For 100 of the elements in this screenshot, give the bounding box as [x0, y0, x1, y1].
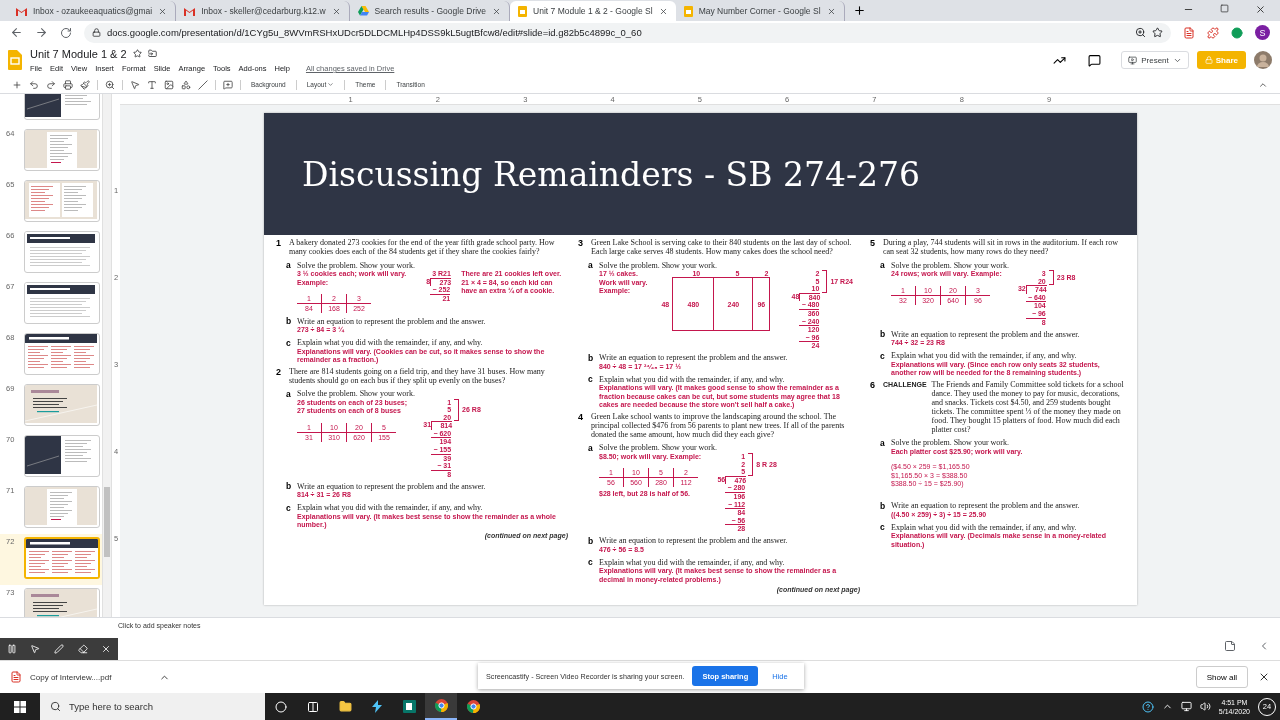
lock-icon: [1204, 56, 1213, 65]
text-box-icon[interactable]: [147, 79, 157, 90]
download-file-name[interactable]: Copy of Interview....pdf: [30, 672, 112, 682]
part-letter: b: [286, 481, 292, 492]
extension-icon[interactable]: [1207, 26, 1219, 39]
shape-icon[interactable]: [181, 79, 191, 90]
browser-tab[interactable]: May Number Corner - Google Sl: [675, 1, 845, 22]
help-icon[interactable]: [1141, 700, 1154, 713]
close-icon[interactable]: [101, 644, 112, 655]
slide-thumbnail[interactable]: [24, 180, 100, 222]
search-icon: [50, 701, 61, 712]
volume-icon[interactable]: [1199, 701, 1211, 712]
part-letter: a: [286, 388, 292, 399]
extension-icon[interactable]: [1231, 26, 1243, 39]
part-prompt: Explain what you did with the remainder, if any, and why.: [891, 522, 1077, 532]
problem-text: Green Lake school wants to improve the landscaping around the school. The principal collected $476 from 56 parents to plant new trees. If all of the parents donated the same amount, how much did they each give?: [591, 411, 846, 439]
slide-thumbnail[interactable]: [24, 435, 100, 477]
part-prompt: Write an equation to represent the problem and the answer.: [891, 501, 1080, 511]
part-letter: a: [588, 442, 594, 453]
folder-icon[interactable]: [147, 49, 157, 59]
maximize-icon[interactable]: [1220, 4, 1229, 14]
forward-icon[interactable]: [35, 26, 48, 40]
slide-thumbnail[interactable]: [24, 333, 100, 375]
undo-icon[interactable]: [29, 79, 39, 90]
pause-icon[interactable]: [6, 644, 17, 655]
slide-thumbnail[interactable]: [24, 537, 100, 579]
chrome-icon[interactable]: [434, 699, 448, 712]
profile-avatar[interactable]: S: [1255, 25, 1270, 41]
reload-icon[interactable]: [60, 26, 72, 39]
part-prompt: Solve the problem. Show your work.: [297, 389, 415, 398]
part-prompt: Write an equation to represent the problem and the answer.: [599, 353, 788, 363]
problem-number: 3: [578, 238, 584, 248]
scrollbar-thumb[interactable]: [104, 487, 110, 557]
part-letter: c: [286, 337, 292, 348]
problem-text: The Friends and Family Committee sold tickets for a school dance. They used the money to pay for music, decorations, and snacks. Tickets cost $4.50, and 259 students bought tickets. The committee spent ⅓ of the money they made on food. They bought 15 platters of food. How much did each platter cost?: [931, 379, 1125, 434]
mail-icon: [184, 6, 196, 16]
network-icon[interactable]: [1180, 701, 1192, 712]
part-letter: b: [588, 535, 594, 546]
user-avatar[interactable]: [1254, 51, 1272, 70]
part-prompt: Solve the problem. Show your work.: [599, 260, 717, 270]
lock-icon: [92, 28, 101, 38]
part-prompt: Write an equation to represent the problem and the answer.: [297, 316, 486, 326]
problem-number: 5: [870, 238, 876, 248]
address-bar[interactable]: docs.google.com/presentation/d/1CYg5u_8WVmRSHxUDcr5DLDCMLHp4DSS9kL5ugtBfcw8/edit#slide=id.g82b5c4899c_0_60: [84, 22, 1171, 43]
part-letter: c: [880, 350, 886, 361]
lightning-icon[interactable]: [372, 700, 382, 713]
slide-thumbnail[interactable]: [24, 282, 100, 324]
part-prompt: Write an equation to represent the problem and the answer.: [297, 481, 486, 491]
taskbar-search-field[interactable]: Type here to search: [40, 693, 265, 720]
part-prompt: Solve the problem. Show your work.: [891, 438, 1009, 448]
part-letter: b: [286, 316, 292, 326]
eraser-icon[interactable]: [77, 644, 88, 655]
drive-icon: [357, 6, 369, 17]
image-icon[interactable]: [164, 79, 174, 90]
star-icon[interactable]: [132, 49, 142, 59]
slide-thumbnail[interactable]: [24, 384, 100, 426]
paint-format-icon[interactable]: [80, 79, 90, 90]
line-icon[interactable]: [198, 79, 208, 90]
slide-thumbnail[interactable]: [24, 129, 100, 171]
part-letter: a: [286, 260, 292, 270]
comment-icon[interactable]: [1088, 53, 1102, 67]
redo-icon[interactable]: [46, 79, 56, 90]
part-prompt: Write an equation to represent the problem and the answer.: [599, 536, 788, 546]
cortana-icon[interactable]: [275, 700, 287, 713]
browser-tab[interactable]: Unit 7 Module 1 & 2 - Google Sl: [510, 1, 676, 22]
caret-icon: [327, 81, 335, 89]
show-all-button[interactable]: Show all: [1195, 666, 1248, 689]
browser-tab[interactable]: Inbox - skeller@cedarburg.k12.w: [176, 1, 350, 22]
bookmark-icon[interactable]: [1152, 27, 1163, 39]
url-text: docs.google.com/presentation/d/1CYg5u_8WVmRSHxUDcr5DLDCMLHp4DSS9kL5ugtBfcw8/edit#slide=id.g82b5c4899c_0_60: [107, 27, 642, 39]
print-icon[interactable]: [63, 79, 73, 90]
problem-number: 1: [276, 238, 282, 248]
slide-thumbnail[interactable]: [24, 231, 100, 273]
part-letter: b: [880, 329, 886, 340]
zoom-icon[interactable]: [105, 79, 115, 90]
part-letter: b: [588, 352, 594, 363]
present-button[interactable]: Present: [1121, 51, 1189, 70]
bracket-line: [748, 452, 754, 476]
close-icon[interactable]: [1255, 4, 1266, 16]
slides-icon: [518, 5, 528, 17]
pen-icon[interactable]: [54, 644, 64, 655]
back-icon[interactable]: [10, 26, 23, 40]
problem-number: 6: [870, 379, 876, 390]
browser-tab[interactable]: Inbox - ozaukeeaquatics@gmai: [8, 1, 177, 22]
slide-thumbnail[interactable]: [24, 486, 100, 528]
part-letter: a: [588, 260, 594, 270]
add-icon[interactable]: [12, 79, 22, 90]
select-icon[interactable]: [130, 79, 140, 90]
problem-text: Green Lake School is serving cake to their 840 students on the last day of school. Each large cake serves 48 students. How many cakes does the school need?: [591, 238, 853, 256]
pdf-extension-icon[interactable]: [1183, 26, 1195, 39]
notes-icon[interactable]: [1224, 640, 1236, 653]
document-title[interactable]: Unit 7 Module 1 & 2: [30, 47, 127, 60]
problem-text: A bakery donated 273 cookies for the end of the year fifth grade school party. How many cookies does each of the 84 students get if they share the cookies fairly?: [289, 238, 556, 256]
new-tab-icon[interactable]: [852, 4, 866, 18]
zoom-icon[interactable]: [1135, 27, 1146, 39]
task-view-icon[interactable]: [307, 700, 319, 713]
pointer-icon[interactable]: [30, 644, 41, 655]
part-letter: a: [880, 260, 886, 270]
chrome-icon[interactable]: [466, 700, 480, 713]
windows-start-icon[interactable]: [14, 700, 26, 713]
